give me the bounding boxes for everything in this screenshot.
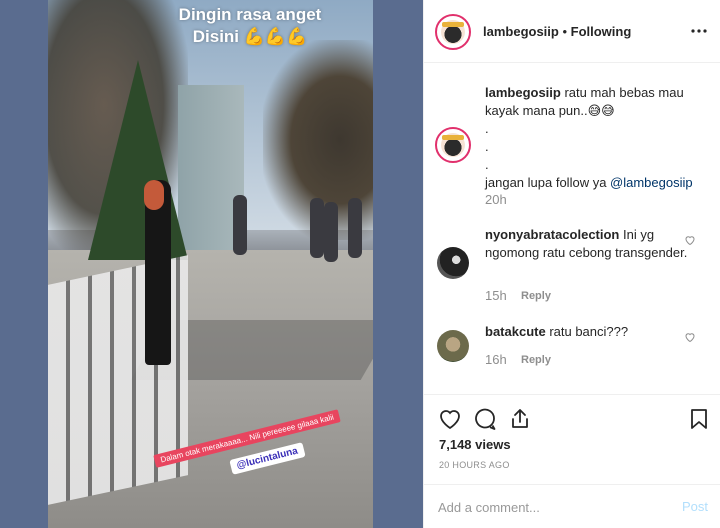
post-side-panel: lambegosiip • Following lambegosiip ratu… <box>423 0 720 528</box>
comment-avatar[interactable] <box>437 330 469 362</box>
avatar-image <box>441 133 465 157</box>
video-walker <box>233 195 247 255</box>
comment-like-heart-icon[interactable] <box>684 234 696 246</box>
reply-button[interactable]: Reply <box>521 354 551 366</box>
post-header: lambegosiip • Following <box>424 0 720 63</box>
posted-time[interactable]: 20 HOURS AGO <box>439 460 510 470</box>
post-media[interactable]: Dingin rasa anget Disini 💪💪💪 Dalam otak … <box>0 0 423 528</box>
comment-avatar[interactable] <box>437 247 469 279</box>
caption-avatar[interactable] <box>435 127 471 163</box>
video-walker <box>310 198 324 258</box>
caption: lambegosiip ratu mah bebas mau kayak man… <box>485 84 710 192</box>
caption-dot: . <box>485 157 489 172</box>
video-walker <box>348 198 362 258</box>
post-button[interactable]: Post <box>682 499 708 514</box>
views-count[interactable]: 7,148 views <box>439 437 511 452</box>
avatar[interactable] <box>435 14 471 50</box>
header-separator: • <box>558 24 571 39</box>
comment-item: batakcute ratu banci??? <box>485 323 690 341</box>
story-overlay-line2: Disini 💪💪💪 <box>192 27 308 46</box>
comments-list[interactable]: lambegosiip ratu mah bebas mau kayak man… <box>424 64 720 394</box>
add-comment-bar: Post <box>424 484 720 528</box>
comment-like-heart-icon[interactable] <box>684 331 696 343</box>
media-side-blur-left <box>0 0 48 528</box>
video-person-hair <box>144 180 164 210</box>
video-pine-tree <box>88 60 188 260</box>
more-dots-icon[interactable] <box>690 22 708 40</box>
following-button[interactable]: Following <box>571 24 632 39</box>
header-username[interactable]: lambegosiip <box>483 24 559 39</box>
header-user-line: lambegosiip • Following <box>483 24 631 39</box>
caption-follow-text: jangan lupa follow ya <box>485 175 611 190</box>
bookmark-icon[interactable] <box>687 407 711 431</box>
comment-username[interactable]: nyonyabratacolection <box>485 227 619 242</box>
media-side-blur-right <box>373 0 423 528</box>
caption-mention-link[interactable]: @lambegosiip <box>610 175 693 190</box>
comment-input[interactable] <box>438 497 668 517</box>
caption-dot: . <box>485 121 489 136</box>
heart-icon[interactable] <box>438 407 462 431</box>
video-walker <box>324 202 338 262</box>
story-overlay-line1: Dingin rasa anget <box>178 5 322 24</box>
post-actions: 7,148 views 20 HOURS AGO <box>424 394 720 484</box>
comment-text: ratu banci??? <box>545 324 629 339</box>
comment-item: nyonyabratacolection Ini yg ngomong ratu… <box>485 226 690 262</box>
caption-time[interactable]: 20h <box>485 192 507 207</box>
share-icon[interactable] <box>508 407 532 431</box>
avatar-image <box>441 20 465 44</box>
comment-username[interactable]: batakcute <box>485 324 546 339</box>
caption-dot: . <box>485 139 489 154</box>
comment-icon[interactable] <box>473 407 497 431</box>
comment-time[interactable]: 15h <box>485 288 507 303</box>
comment-time[interactable]: 16h <box>485 352 507 367</box>
caption-username[interactable]: lambegosiip <box>485 85 561 100</box>
story-overlay-text: Dingin rasa anget Disini 💪💪💪 <box>150 4 350 48</box>
reply-button[interactable]: Reply <box>521 290 551 302</box>
